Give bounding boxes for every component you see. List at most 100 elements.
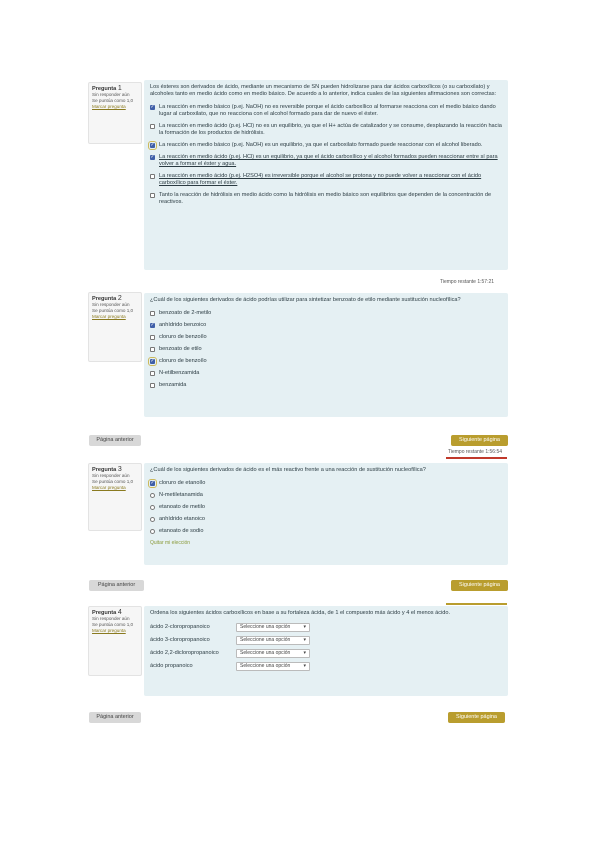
next-page-button[interactable]: Siguiente página (448, 712, 505, 723)
answer-option-label: benzoato de etilo (159, 346, 202, 352)
select-value: Seleccione una opción (240, 663, 291, 669)
question-number: 3 (117, 466, 122, 473)
checkbox[interactable] (150, 193, 155, 198)
radio-button[interactable] (150, 517, 155, 522)
answer-option[interactable]: etanoato de sodio (150, 528, 502, 535)
answer-option[interactable]: ✓ cloruro de etanoílo (148, 479, 502, 488)
match-label: ácido 3-cloropropanoico (150, 637, 210, 643)
answer-option-label: La reacción en medio ácido (p.ej. H2SO4)… (159, 173, 482, 186)
answer-select[interactable]: Seleccione una opción ▾ (236, 649, 310, 658)
flag-question-link[interactable]: Marcar pregunta (92, 485, 138, 491)
checkbox[interactable] (150, 124, 155, 129)
question-info-2: Pregunta 2 Sin responder aún Se puntúa c… (88, 292, 142, 362)
select-value: Seleccione una opción (240, 624, 291, 630)
question-text: Ordena los siguientes ácidos carboxílico… (150, 610, 451, 616)
answer-option-label: cloruro de etanoílo (159, 480, 206, 486)
checkbox[interactable] (150, 335, 155, 340)
time-underline (446, 457, 507, 459)
chevron-down-icon: ▾ (303, 650, 306, 656)
match-label: ácido propanoico (150, 663, 193, 669)
checkbox[interactable] (150, 383, 155, 388)
checkbox[interactable] (150, 347, 155, 352)
answer-options: benzoato de 2-metilo ✓ anhídrido benzoico c… (148, 310, 502, 389)
radio-button[interactable]: ✓ (148, 479, 157, 488)
checkbox[interactable] (150, 311, 155, 316)
checkbox[interactable]: ✓ (150, 105, 155, 110)
answer-option-label: N-metiletanamida (159, 492, 203, 498)
answer-select[interactable]: Seleccione una opción ▾ (236, 636, 310, 645)
chevron-down-icon: ▾ (303, 637, 306, 643)
checkbox[interactable]: ✓ (150, 323, 155, 328)
clear-choice-link[interactable]: Quitar mi elección (150, 540, 502, 547)
flag-question-link[interactable]: Marcar pregunta (92, 628, 138, 634)
question-content-3: ¿Cuál de los siguientes derivados de áci… (144, 463, 508, 565)
match-label: ácido 2,2-dicloropropanoico (150, 650, 219, 656)
previous-page-button[interactable]: Página anterior (89, 435, 141, 446)
answer-option[interactable]: etanoato de metilo (150, 504, 502, 511)
answer-option-label: benzamida (159, 382, 187, 388)
question-text: ¿Cuál de los siguientes derivados de áci… (150, 297, 461, 303)
answer-option[interactable]: ✓ La reacción en medio básico (p.ej. NaOH… (148, 141, 502, 150)
match-row: ácido 3-cloropropanoico Seleccione una op… (150, 636, 502, 645)
answer-option[interactable]: cloruro de benzoílo (150, 334, 502, 341)
answer-option-label: cloruro de benzoílo (159, 358, 207, 364)
answer-option[interactable]: N-metiletanamida (150, 492, 502, 499)
question-info-3: Pregunta 3 Sin responder aún Se puntúa c… (88, 463, 142, 531)
previous-page-button[interactable]: Página anterior (89, 712, 141, 723)
answer-option[interactable]: benzoato de 2-metilo (150, 310, 502, 317)
radio-button[interactable] (150, 529, 155, 534)
answer-option-label: cloruro de benzoílo (159, 334, 207, 340)
answer-option-label: anhídrido etanoico (159, 516, 206, 522)
match-row: ácido propanoico Seleccione una opción ▾ (150, 662, 502, 671)
flag-question-link[interactable]: Marcar pregunta (92, 314, 138, 320)
answer-option[interactable]: benzoato de etilo (150, 346, 502, 353)
next-page-button[interactable]: Siguiente página (451, 435, 508, 446)
answer-option[interactable]: ✓ cloruro de benzoílo (148, 357, 502, 366)
answer-option-label: etanoato de sodio (159, 528, 204, 534)
answer-option[interactable]: ✓ anhídrido benzoico (150, 322, 502, 329)
previous-page-button[interactable]: Página anterior (89, 580, 144, 591)
answer-options: ✓ La reacción en medio básico (p.ej. NaOH… (148, 104, 502, 206)
radio-button[interactable] (150, 493, 155, 498)
button-underline (446, 603, 507, 605)
answer-option-label: La reacción en medio básico (p.ej. NaOH)… (159, 104, 496, 117)
select-value: Seleccione una opción (240, 650, 291, 656)
answer-option[interactable]: La reacción en medio ácido (p.ej. H2SO4)… (150, 173, 502, 187)
answer-option[interactable]: N-etilbenzamida (150, 370, 502, 377)
match-row: ácido 2-cloropropanoico Seleccione una op… (150, 623, 502, 632)
select-value: Seleccione una opción (240, 637, 291, 643)
chevron-down-icon: ▾ (303, 663, 306, 669)
match-label: ácido 2-cloropropanoico (150, 624, 210, 630)
answer-select[interactable]: Seleccione una opción ▾ (236, 662, 310, 671)
checkbox[interactable] (150, 174, 155, 179)
radio-button[interactable] (150, 505, 155, 510)
checkbox[interactable] (150, 371, 155, 376)
answer-option[interactable]: anhídrido etanoico (150, 516, 502, 523)
question-content-2: ¿Cuál de los siguientes derivados de áci… (144, 293, 508, 417)
checkbox[interactable]: ✓ (150, 155, 155, 160)
answer-option[interactable]: Tanto la reacción de hidrólisis en medio… (150, 192, 502, 206)
checkbox[interactable]: ✓ (148, 141, 157, 150)
answer-option[interactable]: benzamida (150, 382, 502, 389)
question-number: 4 (117, 609, 122, 616)
answer-option[interactable]: ✓ La reacción en medio básico (p.ej. NaOH… (150, 104, 502, 118)
answer-option-label: Tanto la reacción de hidrólisis en medio… (159, 192, 492, 205)
match-rows: ácido 2-cloropropanoico Seleccione una op… (150, 623, 502, 671)
answer-option[interactable]: ✓ La reacción en medio ácido (p.ej. HCl) … (150, 154, 502, 168)
answer-option-label: anhídrido benzoico (159, 322, 207, 328)
question-info-4: Pregunta 4 Sin responder aún Se puntúa c… (88, 606, 142, 676)
answer-option-label: La reacción en medio ácido (p.ej. HCl) e… (159, 154, 498, 167)
question-text: ¿Cuál de los siguientes derivados de áci… (150, 467, 426, 473)
answer-select[interactable]: Seleccione una opción ▾ (236, 623, 310, 632)
question-text: Los ésteres son derivados de ácido, medi… (150, 84, 497, 97)
answer-option[interactable]: La reacción en medio ácido (p.ej. HCl) n… (150, 123, 502, 137)
question-number: 1 (117, 85, 122, 92)
next-page-button[interactable]: Siguiente página (451, 580, 508, 591)
question-content-4: Ordena los siguientes ácidos carboxílico… (144, 606, 508, 696)
answer-option-label: N-etilbenzamida (159, 370, 200, 376)
answer-options: ✓ cloruro de etanoílo N-metiletanamida etan… (148, 479, 502, 535)
checkbox[interactable]: ✓ (148, 357, 157, 366)
flag-question-link[interactable]: Marcar pregunta (92, 104, 138, 110)
question-content-1: Los ésteres son derivados de ácido, medi… (144, 80, 508, 270)
match-row: ácido 2,2-dicloropropanoico Seleccione un… (150, 649, 502, 658)
